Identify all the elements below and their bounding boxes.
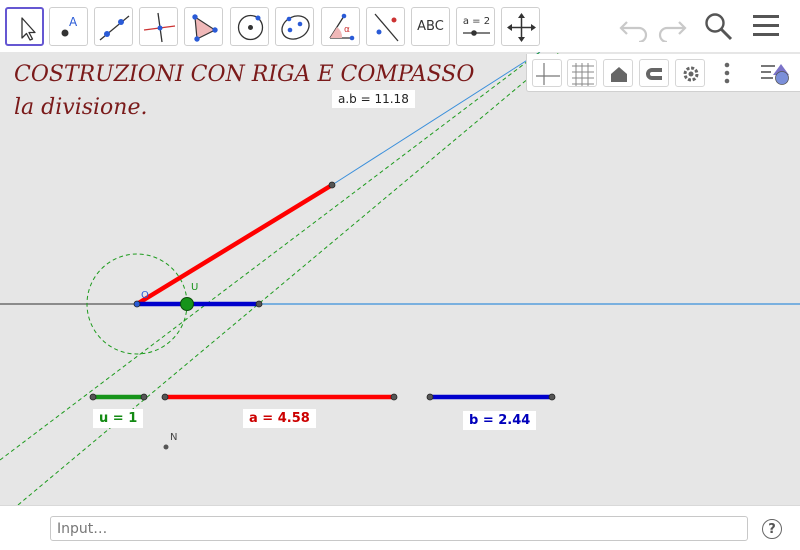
settings-button[interactable] [675,59,705,87]
move-view-tool-button[interactable] [501,7,540,46]
point-o-label: O [141,290,149,301]
segment-a-start[interactable] [161,393,169,401]
label-b[interactable]: b = 2.44 [463,411,537,430]
angle-tool-button[interactable]: α [321,7,360,46]
label-u[interactable]: u = 1 [93,409,144,428]
slider-tool-label: a = 2 [463,16,490,27]
reflect-tool-button[interactable] [366,7,405,46]
point-u-label: U [191,282,198,293]
algebra-input[interactable] [50,516,748,541]
axes-icon [536,63,560,85]
text-tool-button[interactable]: ABC [411,7,450,46]
input-bar: ? [0,505,800,550]
grid-icon [572,63,594,86]
segment-a-on-ray[interactable] [135,183,334,306]
segment-b-end[interactable] [548,393,556,401]
grid-toggle-button[interactable] [567,59,597,87]
more-icon[interactable] [720,61,734,87]
graphics-view[interactable]: O U N COSTRUZIONI CON RIGA E COMPASSO la… [0,52,800,505]
segment-b-start[interactable] [426,393,434,401]
point-end-b[interactable] [255,300,263,308]
hamburger-menu-icon[interactable] [751,13,781,39]
segment-u-start[interactable] [89,393,97,401]
point-tool-button[interactable]: A [49,7,88,46]
segment-a-end[interactable] [390,393,398,401]
point-tool-label: A [69,15,78,29]
point-icon: A [61,15,78,37]
text-tool-label: ABC [417,19,444,34]
reflect-about-line-icon [374,13,399,42]
perpendicular-line-tool-button[interactable] [139,7,178,46]
conic-tool-button[interactable] [275,7,314,46]
line-tool-button[interactable] [94,7,133,46]
point-n[interactable] [163,444,169,450]
toolbar: A α ABC a = 2 [0,0,800,52]
polygon-tool-button[interactable] [184,7,223,46]
label-a[interactable]: a = 4.58 [243,409,316,428]
arrow-cursor-icon [21,17,36,41]
ellipse-icon [281,15,310,40]
slider-tool-button[interactable]: a = 2 [456,7,495,46]
circle-tool-button[interactable] [230,7,269,46]
redo-icon[interactable] [655,12,689,42]
line-through-points-icon [99,15,130,41]
style-bar [526,54,800,92]
title-line-2: la divisione. [14,95,148,120]
style-toggle-icon[interactable] [759,60,795,88]
point-capturing-button[interactable] [639,59,669,87]
home-button[interactable] [603,59,633,87]
axes-toggle-button[interactable] [532,59,562,87]
point-capturing-icon [646,68,662,80]
gear-icon [683,66,699,82]
polygon-icon [192,14,218,42]
slider-icon: a = 2 [463,16,490,36]
undo-icon[interactable] [617,12,651,42]
point-o[interactable] [133,300,141,308]
angle-tool-label: α [344,25,350,35]
label-product[interactable]: a.b = 11.18 [332,90,415,108]
title-line-1: COSTRUZIONI CON RIGA E COMPASSO [14,62,475,87]
help-button[interactable]: ? [762,519,782,539]
point-n-label: N [170,432,177,443]
point-u[interactable] [180,297,194,311]
home-icon [611,67,627,82]
circle-center-point-icon [237,14,264,41]
point-end-a[interactable] [328,181,336,189]
angle-icon: α [329,13,355,41]
move-graphics-view-icon [507,13,536,42]
geogebra-app: A α ABC a = 2 O U N COSTRUZIONI CON RIGA… [0,0,800,550]
search-icon[interactable] [703,11,735,43]
segment-u-end[interactable] [140,393,148,401]
perpendicular-line-icon [143,12,176,43]
move-tool-button[interactable] [5,7,44,46]
